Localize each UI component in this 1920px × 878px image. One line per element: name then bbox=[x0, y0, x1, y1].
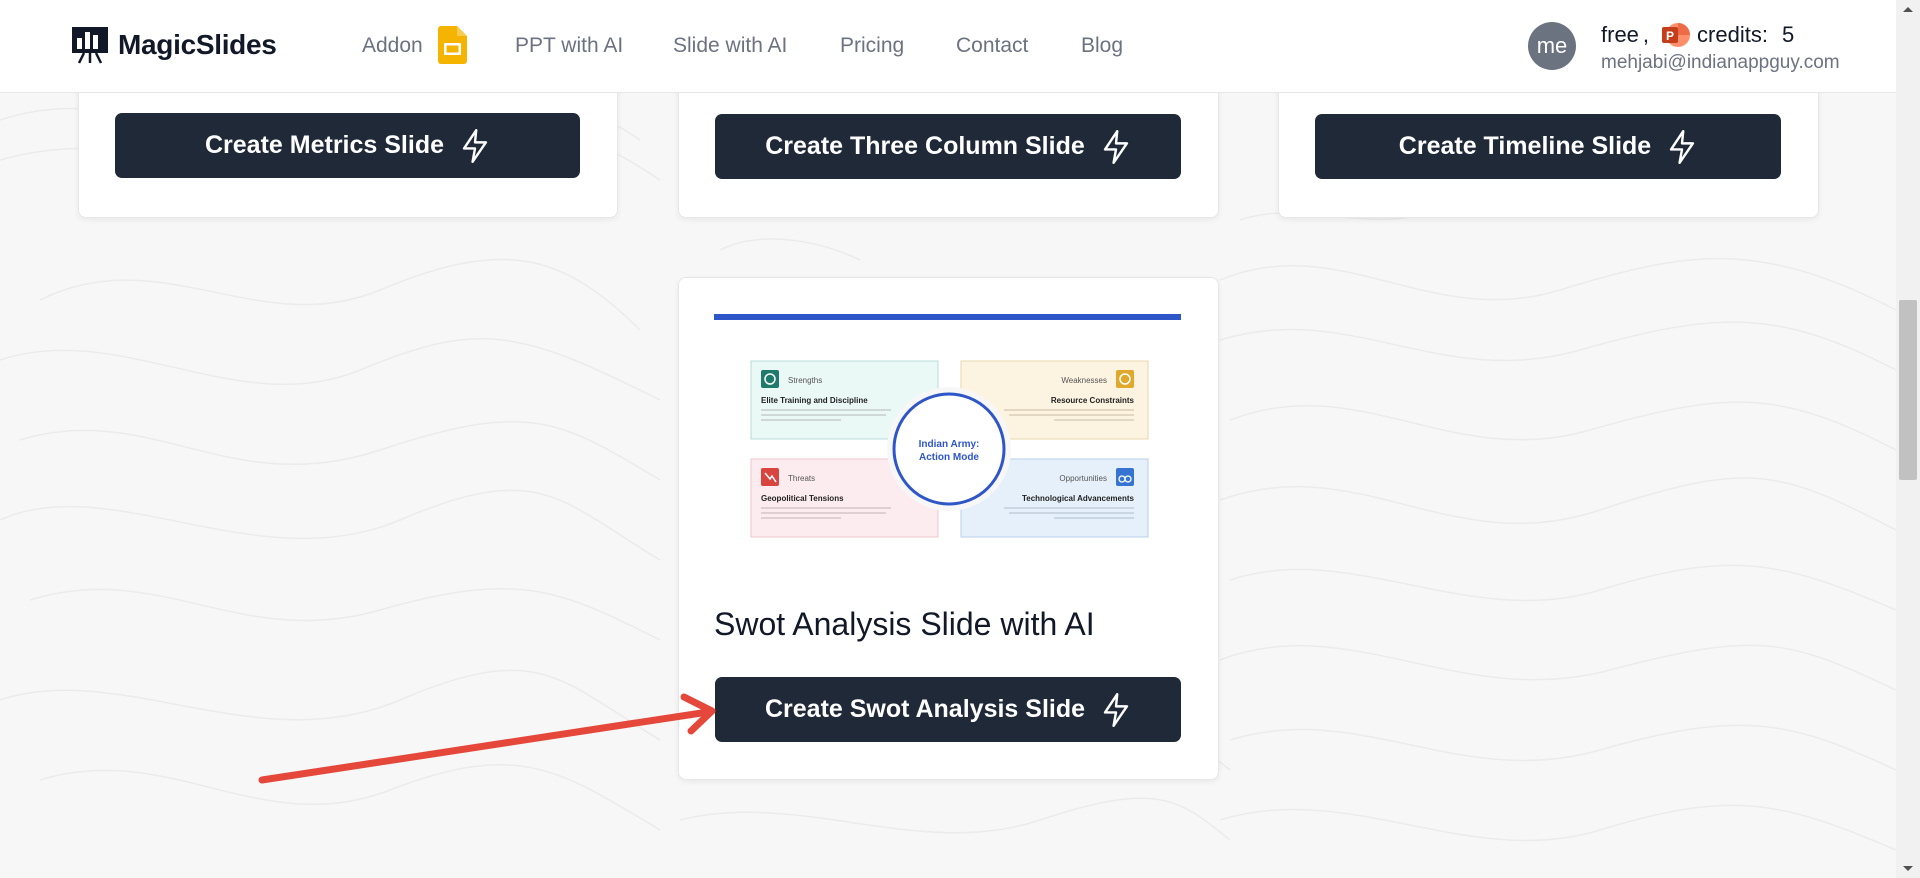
create-timeline-slide-label: Create Timeline Slide bbox=[1398, 132, 1652, 160]
lightning-bolt-icon bbox=[1670, 129, 1695, 164]
google-slides-icon[interactable] bbox=[438, 26, 467, 64]
create-metrics-slide-button[interactable]: Create Metrics Slide bbox=[115, 113, 580, 178]
logo[interactable]: MagicSlides bbox=[71, 26, 277, 64]
scroll-up-arrow-icon[interactable] bbox=[1900, 4, 1916, 14]
swot-card-title: Swot Analysis Slide with AI bbox=[714, 606, 1095, 642]
swot-center-line-2: Action Mode bbox=[919, 452, 979, 463]
threats-label: Threats bbox=[788, 474, 815, 483]
strengths-title: Elite Training and Discipline bbox=[761, 396, 868, 405]
weaknesses-label: Weaknesses bbox=[1061, 376, 1107, 385]
user-email: mehjabi@indianappguy.com bbox=[1601, 52, 1840, 73]
credits-label: credits: bbox=[1697, 22, 1768, 47]
lightning-bolt-icon bbox=[1103, 692, 1129, 727]
create-timeline-slide-button[interactable]: Create Timeline Slide bbox=[1315, 114, 1781, 179]
nav-link-blog[interactable]: Blog bbox=[1081, 34, 1123, 58]
nav-link-slide-with-ai[interactable]: Slide with AI bbox=[673, 34, 787, 58]
card-accent-bar bbox=[714, 314, 1181, 320]
plan-separator: , bbox=[1642, 22, 1650, 47]
opportunities-title: Technological Advancements bbox=[1022, 494, 1135, 503]
nav-link-ppt-with-ai[interactable]: PPT with AI bbox=[515, 34, 623, 58]
logo-text: MagicSlides bbox=[118, 29, 277, 60]
opportunities-label: Opportunities bbox=[1059, 474, 1107, 483]
strengths-label: Strengths bbox=[788, 376, 822, 385]
scroll-down-arrow-icon[interactable] bbox=[1900, 864, 1916, 874]
top-navbar: MagicSlides Addon PPT with AI Slide with… bbox=[0, 0, 1896, 93]
nav-link-addon[interactable]: Addon bbox=[362, 34, 423, 58]
page: MagicSlides Addon PPT with AI Slide with… bbox=[0, 0, 1896, 878]
powerpoint-icon: P bbox=[1662, 23, 1691, 47]
svg-text:P: P bbox=[1666, 29, 1674, 43]
lightning-bolt-icon bbox=[1103, 129, 1128, 164]
scrollbar-thumb[interactable] bbox=[1899, 300, 1917, 480]
nav-link-contact[interactable]: Contact bbox=[956, 34, 1028, 58]
presentation-board-icon bbox=[72, 27, 108, 64]
nav-link-pricing[interactable]: Pricing bbox=[840, 34, 904, 58]
credits-value: 5 bbox=[1781, 22, 1795, 47]
create-metrics-slide-label: Create Metrics Slide bbox=[205, 131, 444, 159]
create-three-column-slide-button[interactable]: Create Three Column Slide bbox=[715, 114, 1181, 179]
create-swot-analysis-slide-label: Create Swot Analysis Slide bbox=[764, 695, 1086, 723]
avatar[interactable]: me bbox=[1528, 22, 1576, 70]
plan-label: free bbox=[1601, 22, 1639, 47]
create-three-column-slide-label: Create Three Column Slide bbox=[765, 132, 1085, 160]
weaknesses-title: Resource Constraints bbox=[1051, 396, 1135, 405]
threats-title: Geopolitical Tensions bbox=[761, 494, 844, 503]
create-swot-analysis-slide-button[interactable]: Create Swot Analysis Slide bbox=[715, 677, 1181, 742]
swot-preview-image[interactable]: Strengths Elite Training and Discipline … bbox=[714, 325, 1181, 575]
lightning-bolt-icon bbox=[462, 128, 488, 163]
plan-credits-row: free , P credits: 5 bbox=[1601, 20, 1794, 50]
swot-center-line-1: Indian Army: bbox=[919, 439, 980, 450]
